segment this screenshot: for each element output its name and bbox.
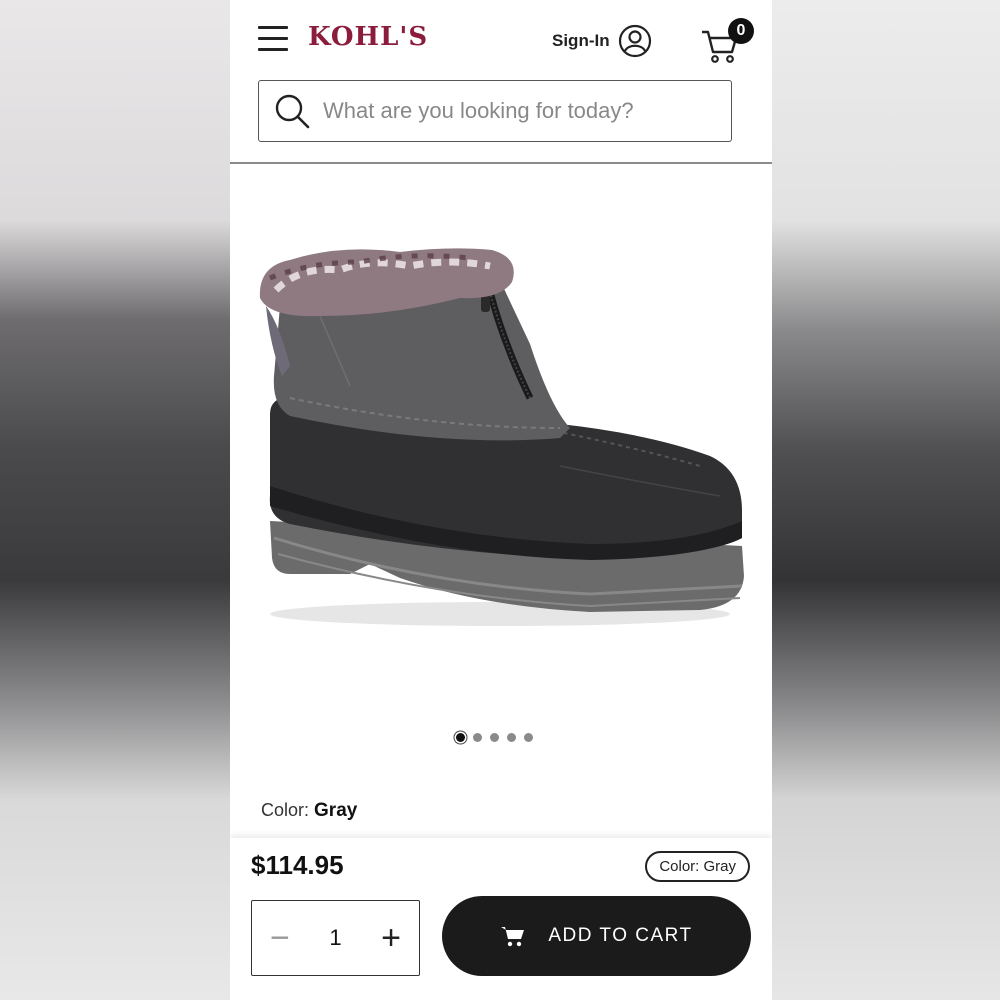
add-to-cart-button[interactable]: ADD TO CART [442, 896, 751, 976]
sticky-purchase-bar: $114.95 Color: Gray − 1 + ADD TO CART [230, 838, 772, 1000]
sign-in-button[interactable]: Sign-In [552, 24, 652, 58]
image-carousel-dots [456, 733, 533, 742]
site-header: KOHL'S Sign-In 0 What are you looking fo [230, 0, 772, 164]
product-image-boot[interactable] [230, 166, 772, 706]
carousel-dot[interactable] [456, 733, 465, 742]
quantity-value[interactable]: 1 [329, 925, 341, 951]
add-to-cart-label: ADD TO CART [548, 925, 693, 946]
carousel-dot[interactable] [490, 733, 499, 742]
user-account-icon [618, 24, 651, 58]
minus-icon[interactable]: − [270, 921, 290, 955]
kohls-logo[interactable]: KOHL'S [308, 22, 428, 52]
carousel-dot[interactable] [473, 733, 482, 742]
color-value: Gray [314, 800, 358, 821]
carousel-dot[interactable] [524, 733, 533, 742]
search-placeholder: What are you looking for today? [323, 98, 634, 123]
sign-in-label: Sign-In [552, 31, 610, 50]
color-selector-pill[interactable]: Color: Gray [645, 851, 750, 882]
cart-button[interactable]: 0 [700, 18, 760, 63]
search-input[interactable]: What are you looking for today? [258, 80, 732, 142]
search-icon [275, 94, 310, 129]
cart-count-badge: 0 [728, 18, 754, 44]
carousel-dot[interactable] [507, 733, 516, 742]
quantity-stepper: − 1 + [251, 900, 420, 976]
hamburger-menu-icon[interactable] [258, 26, 288, 52]
product-price: $114.95 [251, 850, 344, 880]
selected-color-line: Color: Gray [261, 800, 357, 822]
color-label: Color: [261, 800, 310, 820]
phone-screen: KOHL'S Sign-In 0 What are you looking fo [230, 0, 772, 1000]
plus-icon[interactable]: + [381, 921, 401, 955]
blurred-background-left [0, 0, 230, 1000]
blurred-background-right [770, 0, 1000, 1000]
cart-icon [501, 927, 525, 947]
